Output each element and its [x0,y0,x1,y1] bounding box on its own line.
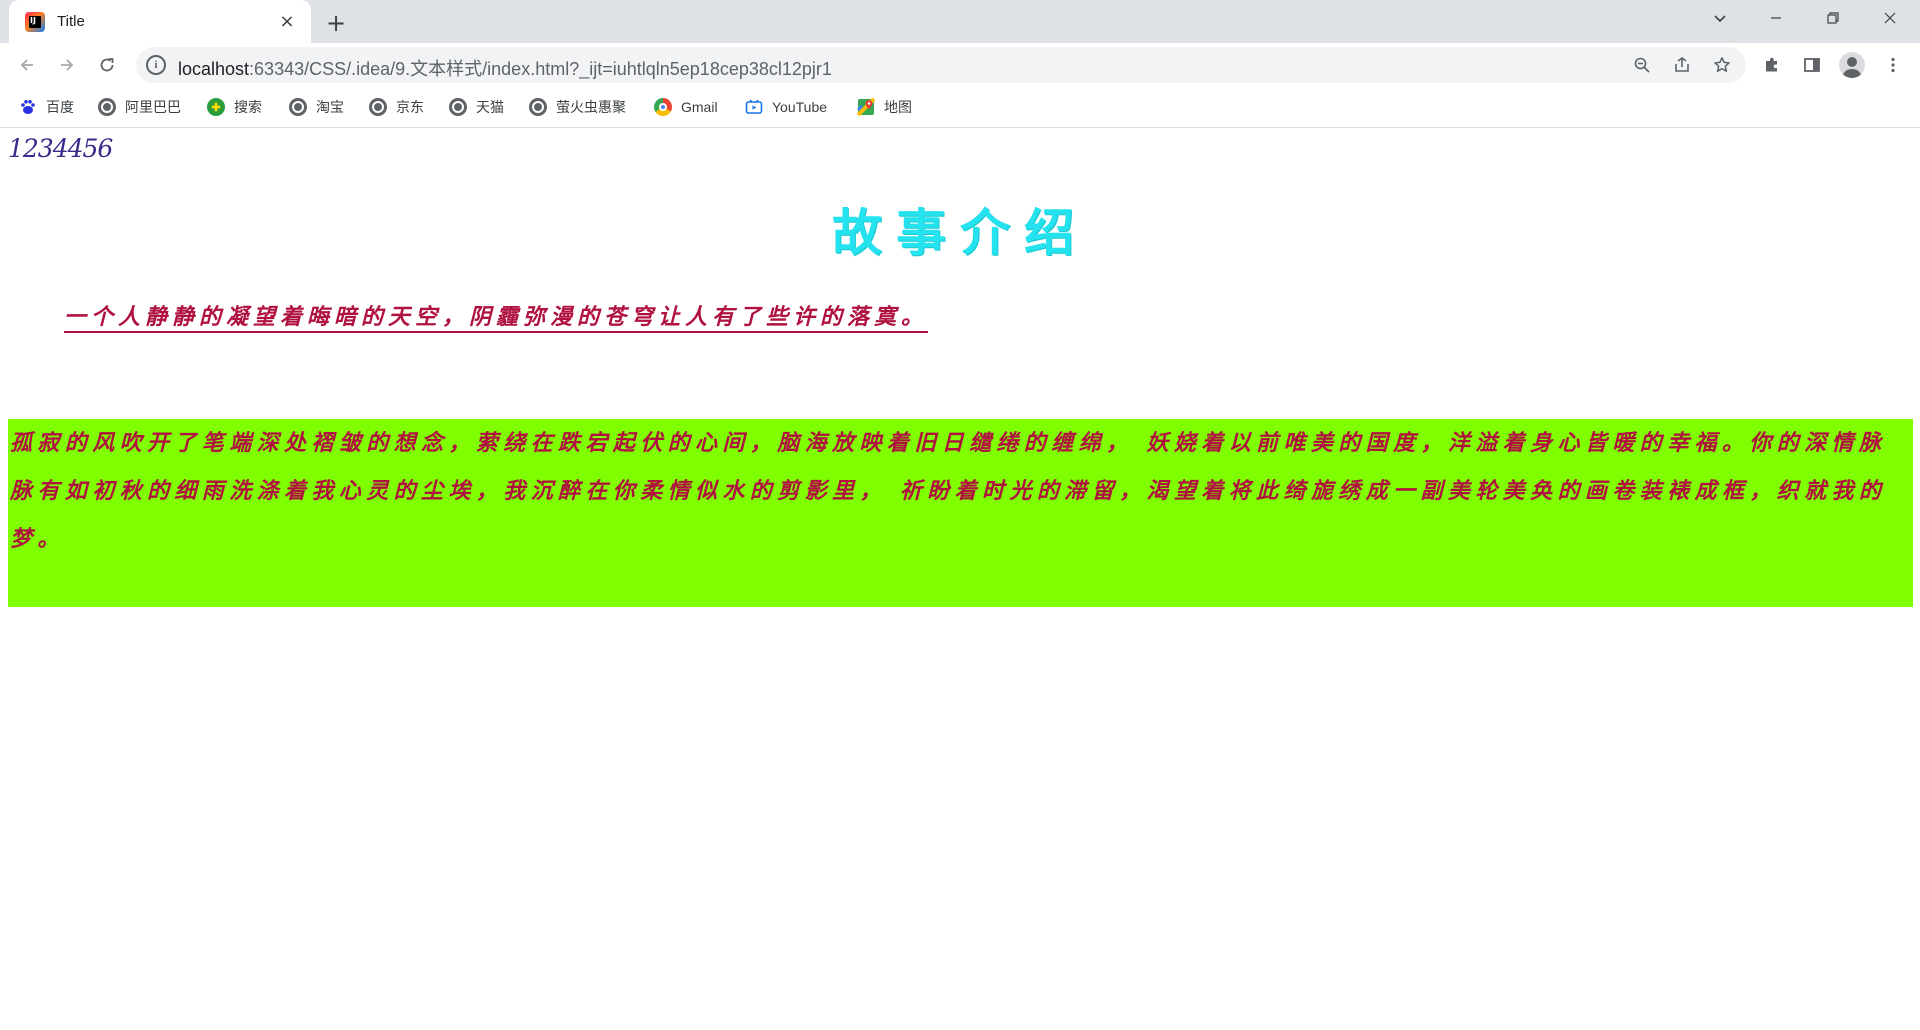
globe-icon [369,98,387,116]
maps-icon [857,98,875,116]
bookmark-maps[interactable]: 地图 [857,94,912,120]
bookmark-label: 京东 [396,99,424,115]
globe-icon [98,98,116,116]
bookmark-taobao[interactable]: 淘宝 [289,94,344,120]
bookmark-label: 地图 [884,99,912,115]
minimize-icon[interactable] [1748,0,1804,36]
url-host: localhost [178,59,250,79]
globe-icon [529,98,547,116]
reload-button[interactable] [91,49,123,81]
chrome-icon [654,98,672,116]
restore-icon[interactable] [1805,0,1861,36]
url-text[interactable]: localhost:63343/CSS/.idea/9.文本样式/index.h… [178,55,832,81]
bookmark-label: 淘宝 [316,99,344,115]
intellij-favicon-icon: IJ [25,11,45,32]
forward-button[interactable] [51,49,83,81]
bookmark-alibaba[interactable]: 阿里巴巴 [98,94,181,120]
bookmark-label: 天猫 [476,99,504,115]
page-title: 故事介绍 [832,203,1088,262]
subtitle-text: 一个人静静的凝望着晦暗的天空，阴霾弥漫的苍穹让人有了些许的落寞。 [64,304,929,330]
bookmark-tmall[interactable]: 天猫 [449,94,504,120]
side-panel-icon[interactable] [1798,51,1826,79]
bookmark-label: Gmail [681,99,718,115]
address-bar[interactable]: i localhost:63343/CSS/.idea/9.文本样式/index… [136,47,1746,83]
extensions-puzzle-icon[interactable] [1758,51,1786,79]
story-paragraph: 孤寂的风吹开了笔端深处褶皱的想念，萦绕在跌宕起伏的心间，脑海放映着旧日缱绻的缠绵… [10,430,1887,552]
bookmark-star-icon[interactable] [1710,53,1734,77]
bookmark-label: 阿里巴巴 [125,99,181,115]
back-button[interactable] [11,49,43,81]
bookmark-yinghuochong[interactable]: 萤火虫惠聚 [529,94,626,120]
tab-search-chevron-icon[interactable] [1692,0,1748,36]
site-info-icon[interactable]: i [146,55,166,75]
new-tab-button[interactable]: + [322,9,350,37]
share-icon[interactable] [1670,53,1694,77]
browser-toolbar: i localhost:63343/CSS/.idea/9.文本样式/index… [0,43,1920,86]
search-engine-icon: ✚ [207,98,225,116]
bookmark-jd[interactable]: 京东 [369,94,424,120]
profile-avatar-icon[interactable] [1839,52,1865,78]
story-paragraph-box: 孤寂的风吹开了笔端深处褶皱的想念，萦绕在跌宕起伏的心间，脑海放映着旧日缱绻的缠绵… [8,419,1913,607]
bookmarks-bar: 百度 阿里巴巴 ✚ 搜索 淘宝 京东 天猫 萤火虫惠聚 Gmail YouTub… [0,86,1920,128]
bookmark-baidu[interactable]: 百度 [19,94,74,120]
tab-title: Title [57,13,85,30]
bookmark-gmail[interactable]: Gmail [654,94,718,120]
chrome-menu-icon[interactable] [1879,51,1907,79]
baidu-icon [19,98,37,116]
tab-close-icon[interactable]: × [275,10,299,34]
zoom-icon[interactable] [1630,53,1654,77]
top-number-text: 1234456 [8,134,113,163]
globe-icon [289,98,307,116]
url-path: :63343/CSS/.idea/9.文本样式/index.html?_ijt=… [249,59,832,79]
youtube-icon [745,98,763,116]
bookmark-label: 百度 [46,99,74,115]
bookmark-label: YouTube [772,99,828,115]
page-viewport: 1234456 故事介绍 一个人静静的凝望着晦暗的天空，阴霾弥漫的苍穹让人有了些… [0,129,1920,1030]
globe-icon [449,98,467,116]
bookmark-label: 搜索 [234,99,262,115]
bookmark-youtube[interactable]: YouTube [745,94,827,120]
bookmark-search[interactable]: ✚ 搜索 [207,94,262,120]
browser-tab[interactable]: IJ Title × [9,0,311,43]
tab-strip: IJ Title × + [0,0,1920,43]
close-window-icon[interactable] [1862,0,1918,36]
bookmark-label: 萤火虫惠聚 [556,99,626,115]
